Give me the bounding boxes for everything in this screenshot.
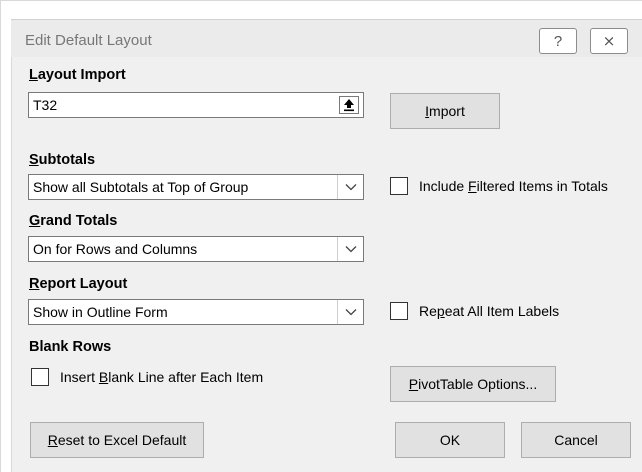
close-button[interactable]: ⨯ (590, 28, 628, 54)
cancel-button-label: Cancel (554, 432, 598, 448)
layout-import-input[interactable] (29, 93, 335, 117)
repeat-item-labels-label: Repeat All Item Labels (419, 303, 560, 319)
upload-arrow-icon (344, 99, 354, 112)
report-layout-selected: Show in Outline Form (33, 304, 168, 320)
edit-default-layout-dialog: Edit Default Layout ? ⨯ Layout Import Im… (0, 0, 642, 472)
reset-button-label: Reset to Excel Default (47, 432, 187, 448)
grand-totals-selected: On for Rows and Columns (33, 241, 198, 257)
grand-totals-label: Grand Totals (29, 213, 118, 229)
pivottable-options-button[interactable]: PivotTable Options... (390, 366, 556, 402)
insert-blank-line-checkbox[interactable]: Insert Blank Line after Each Item (31, 368, 263, 386)
grand-totals-dropdown[interactable]: On for Rows and Columns (28, 236, 364, 262)
repeat-item-labels-box[interactable] (390, 302, 408, 320)
chevron-down-icon[interactable] (337, 237, 363, 261)
upload-button[interactable] (339, 96, 359, 114)
close-icon: ⨯ (602, 33, 616, 50)
include-filtered-items-box[interactable] (390, 177, 408, 195)
ok-button-label: OK (439, 432, 461, 448)
chevron-down-icon[interactable] (337, 300, 363, 324)
subtotals-dropdown[interactable]: Show all Subtotals at Top of Group (28, 174, 364, 200)
import-button[interactable]: Import (390, 93, 500, 129)
report-layout-label: Report Layout (29, 276, 128, 292)
layout-import-field[interactable] (28, 92, 364, 118)
layout-import-label: Layout Import (29, 67, 126, 83)
reset-to-excel-default-button[interactable]: Reset to Excel Default (30, 422, 204, 458)
blank-rows-label: Blank Rows (29, 339, 112, 355)
repeat-item-labels-checkbox[interactable]: Repeat All Item Labels (390, 302, 559, 320)
pivottable-options-label: PivotTable Options... (408, 376, 538, 392)
subtotals-selected: Show all Subtotals at Top of Group (33, 179, 249, 195)
include-filtered-items-label: Include Filtered Items in Totals (419, 178, 608, 194)
import-button-label: Import (425, 103, 465, 119)
help-icon: ? (553, 32, 563, 50)
chevron-down-icon[interactable] (337, 175, 363, 199)
ok-button[interactable]: OK (395, 422, 505, 458)
title-bar: Edit Default Layout ? ⨯ (11, 19, 642, 57)
report-layout-dropdown[interactable]: Show in Outline Form (28, 299, 364, 325)
insert-blank-line-box[interactable] (31, 368, 49, 386)
cancel-button[interactable]: Cancel (521, 422, 631, 458)
dialog-title: Edit Default Layout (25, 32, 152, 49)
subtotals-label: Subtotals (29, 152, 96, 168)
insert-blank-line-label: Insert Blank Line after Each Item (60, 369, 264, 385)
include-filtered-items-checkbox[interactable]: Include Filtered Items in Totals (390, 177, 608, 195)
help-button[interactable]: ? (539, 28, 577, 54)
dialog-content: Layout Import Import Subtotals Show all … (11, 57, 642, 472)
